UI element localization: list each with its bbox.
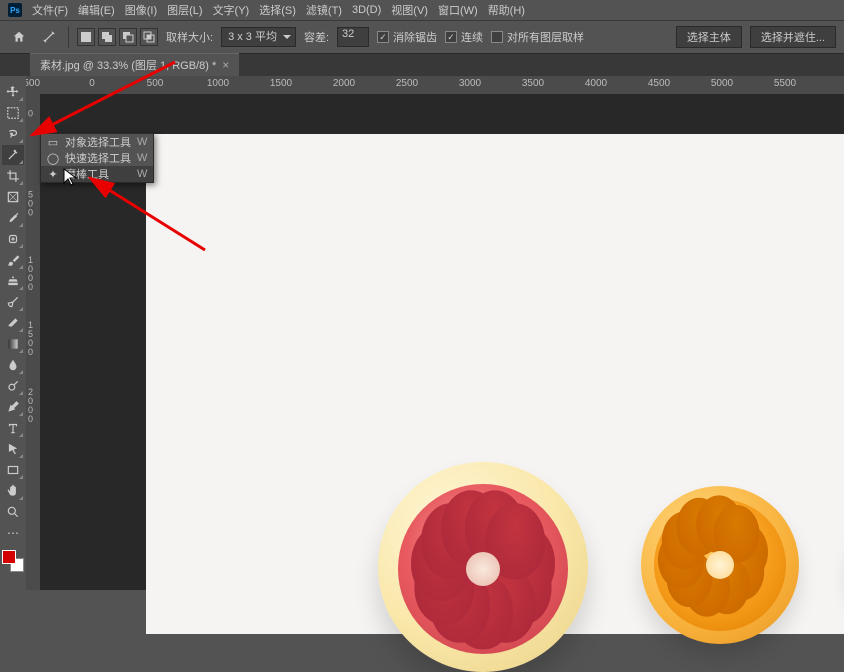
tools-panel: ⋯: [0, 76, 26, 590]
home-icon: [12, 30, 26, 44]
flyout-item-label: 对象选择工具: [65, 134, 131, 150]
wand-tool[interactable]: [2, 145, 24, 165]
hand-tool[interactable]: [2, 481, 24, 501]
magic-wand-icon: ✦: [47, 168, 59, 180]
menu-layer[interactable]: 图层(L): [167, 2, 202, 18]
subtract-selection-button[interactable]: [119, 28, 137, 46]
flyout-quick-select-tool[interactable]: ◯ 快速选择工具 W: [41, 150, 153, 166]
contiguous-checkbox[interactable]: [445, 31, 457, 43]
chevron-down-icon: [283, 35, 291, 39]
marquee-tool[interactable]: [2, 103, 24, 123]
crop-tool[interactable]: [2, 166, 24, 186]
contiguous-label: 连续: [461, 29, 483, 45]
intersect-selection-button[interactable]: [140, 28, 158, 46]
select-and-mask-button[interactable]: 选择并遮住...: [750, 26, 836, 48]
wand-tool-flyout: ▭ 对象选择工具 W ◯ 快速选择工具 W ✦ 魔棒工具 W: [40, 133, 154, 183]
flyout-shortcut: W: [137, 136, 147, 148]
flyout-object-select-tool[interactable]: ▭ 对象选择工具 W: [41, 134, 153, 150]
document-tab[interactable]: 素材.jpg @ 33.3% (图层 1, RGB/8) * ×: [30, 53, 239, 76]
ruler-vertical: 05 0 01 0 0 01 5 0 02 0 0 0: [26, 94, 40, 590]
brush-tool[interactable]: [2, 250, 24, 270]
rectangle-tool[interactable]: [2, 460, 24, 480]
close-icon[interactable]: ×: [222, 58, 229, 72]
menu-image[interactable]: 图像(I): [125, 2, 157, 18]
dodge-tool[interactable]: [2, 376, 24, 396]
menu-filter[interactable]: 滤镜(T): [306, 2, 342, 18]
menu-view[interactable]: 视图(V): [391, 2, 428, 18]
grapefruit-center: [466, 552, 500, 586]
gradient-tool[interactable]: [2, 334, 24, 354]
tolerance-input[interactable]: 32: [337, 27, 369, 47]
sample-size-label: 取样大小:: [166, 29, 213, 45]
flyout-magic-wand-tool[interactable]: ✦ 魔棒工具 W: [41, 166, 153, 182]
menu-bar: Ps 文件(F) 编辑(E) 图像(I) 图层(L) 文字(Y) 选择(S) 滤…: [0, 0, 844, 20]
tool-preset-picker[interactable]: [38, 26, 60, 48]
menu-type[interactable]: 文字(Y): [213, 2, 250, 18]
menu-select[interactable]: 选择(S): [259, 2, 296, 18]
edit-toolbar-button[interactable]: ⋯: [2, 523, 24, 543]
blur-tool[interactable]: [2, 355, 24, 375]
eyedropper-tool[interactable]: [2, 208, 24, 228]
wand-icon: [42, 30, 56, 44]
options-bar: 取样大小: 3 x 3 平均 容差: 32 消除锯齿 连续 对所有图层取样 选择…: [0, 20, 844, 54]
add-selection-button[interactable]: [98, 28, 116, 46]
antialias-checkbox[interactable]: [377, 31, 389, 43]
tab-title: 素材.jpg @ 33.3% (图层 1, RGB/8) *: [40, 57, 216, 73]
app-logo: Ps: [8, 3, 22, 17]
frame-tool[interactable]: [2, 187, 24, 207]
ruler-horizontal: -500050010001500200025003000350040004500…: [26, 76, 844, 94]
orange-center: [706, 551, 734, 579]
spot-heal-tool[interactable]: [2, 229, 24, 249]
clone-stamp-tool[interactable]: [2, 271, 24, 291]
path-select-tool[interactable]: [2, 439, 24, 459]
eraser-tool[interactable]: [2, 313, 24, 333]
selection-mode-group: [77, 28, 158, 46]
pen-tool[interactable]: [2, 397, 24, 417]
antialias-label: 消除锯齿: [393, 29, 437, 45]
foreground-color[interactable]: [2, 550, 16, 564]
flyout-shortcut: W: [137, 152, 147, 164]
sample-size-select[interactable]: 3 x 3 平均: [221, 27, 296, 47]
menu-file[interactable]: 文件(F): [32, 2, 68, 18]
menu-window[interactable]: 窗口(W): [438, 2, 478, 18]
document-tab-bar: 素材.jpg @ 33.3% (图层 1, RGB/8) * ×: [0, 54, 844, 76]
document-canvas[interactable]: [146, 134, 844, 634]
cursor-icon: [63, 168, 79, 186]
tolerance-label: 容差:: [304, 29, 329, 45]
color-swatches[interactable]: [2, 550, 24, 572]
menu-edit[interactable]: 编辑(E): [78, 2, 115, 18]
menu-help[interactable]: 帮助(H): [488, 2, 525, 18]
flyout-item-label: 快速选择工具: [65, 150, 131, 166]
select-subject-button[interactable]: 选择主体: [676, 26, 742, 48]
flyout-shortcut: W: [137, 168, 147, 180]
zoom-tool[interactable]: [2, 502, 24, 522]
home-button[interactable]: [8, 26, 30, 48]
object-select-icon: ▭: [47, 136, 59, 148]
lasso-tool[interactable]: [2, 124, 24, 144]
quick-select-icon: ◯: [47, 152, 59, 164]
move-tool[interactable]: [2, 82, 24, 102]
new-selection-button[interactable]: [77, 28, 95, 46]
all-layers-label: 对所有图层取样: [507, 29, 584, 45]
menu-3d[interactable]: 3D(D): [352, 4, 381, 16]
type-tool[interactable]: [2, 418, 24, 438]
history-brush-tool[interactable]: [2, 292, 24, 312]
all-layers-checkbox[interactable]: [491, 31, 503, 43]
